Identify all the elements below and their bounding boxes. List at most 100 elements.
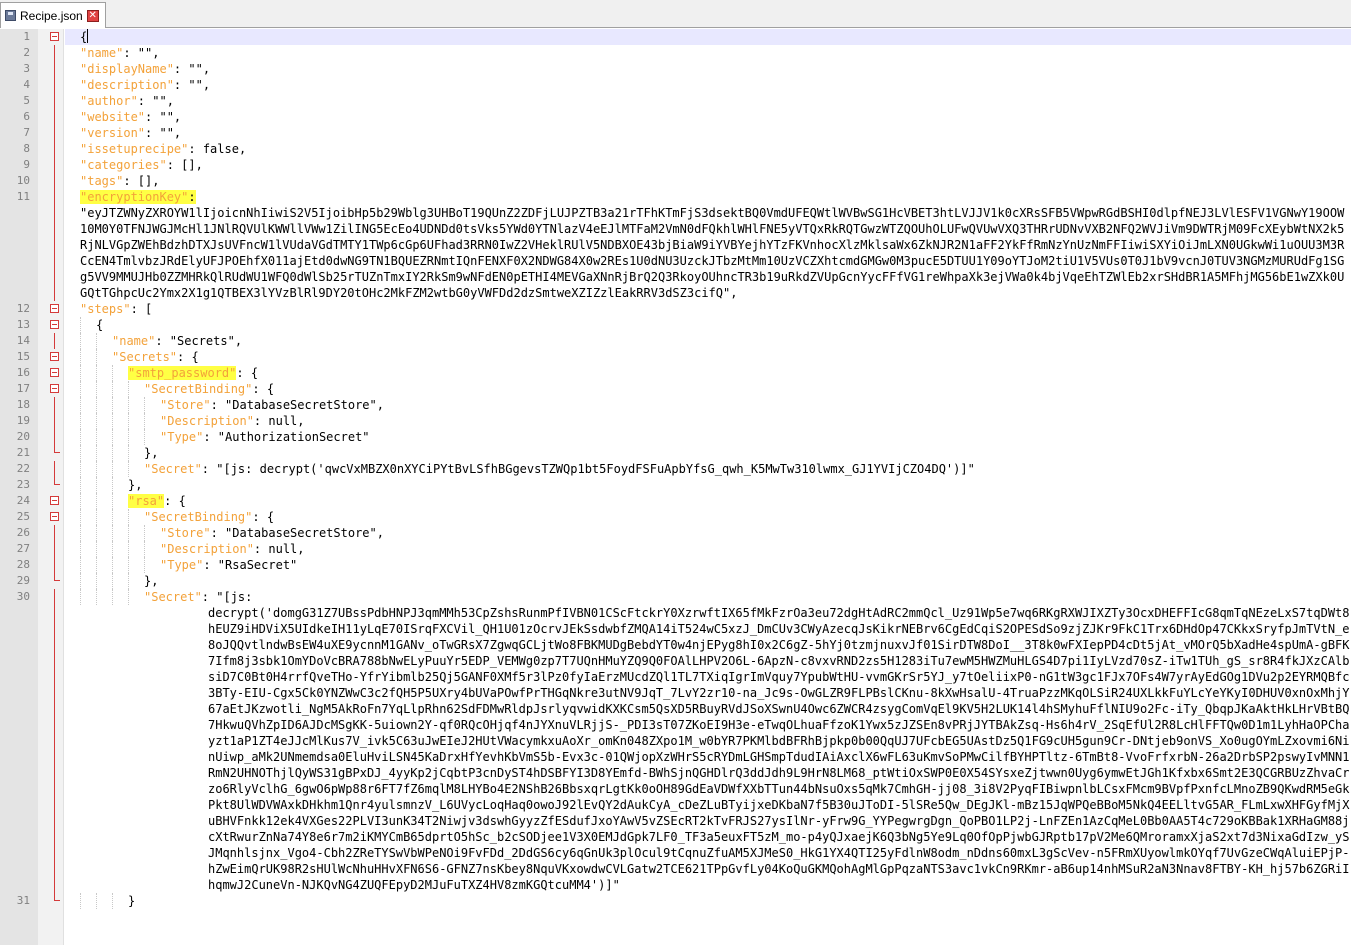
json-key: "Store"	[160, 526, 211, 540]
fold-guide	[54, 189, 55, 301]
code-line: 11 "encryptionKey": "eyJTZWNyZXROYW1lIjo…	[0, 189, 1351, 301]
indent-guide	[80, 493, 96, 509]
line-number: 2	[23, 46, 30, 59]
code-editor[interactable]: 1 { 2 "name": "", 3 "displayName": "", 4…	[0, 29, 1351, 945]
line-number: 22	[16, 462, 30, 475]
line-number: 30	[16, 590, 30, 603]
json-value: : [],	[123, 174, 160, 188]
fold-guide	[54, 461, 55, 477]
fold-toggle-icon[interactable]	[50, 304, 59, 313]
line-number: 26	[16, 526, 30, 539]
line-number: 28	[16, 558, 30, 571]
code-line: 12 "steps": [	[0, 301, 1351, 317]
indent-guide	[144, 397, 160, 413]
indent-guide	[96, 381, 112, 397]
line-number: 9	[23, 158, 30, 171]
indent-guide	[128, 381, 144, 397]
code-line: 7 "version": "",	[0, 125, 1351, 141]
indent-guide	[80, 893, 96, 909]
indent-guide	[112, 557, 128, 573]
indent-guide	[112, 893, 128, 909]
json-value: : "DatabaseSecretStore",	[210, 398, 384, 412]
brace: },	[144, 574, 159, 588]
line-number: 19	[16, 414, 30, 427]
indent-guide	[112, 413, 128, 429]
line-number: 4	[23, 78, 30, 91]
code-line: 5 "author": "",	[0, 93, 1351, 109]
line-number: 3	[23, 62, 30, 75]
json-value: : "[js:	[201, 590, 253, 604]
code-line: 13 {	[0, 317, 1351, 333]
fold-guide	[54, 541, 55, 557]
code-lines: 1 { 2 "name": "", 3 "displayName": "", 4…	[0, 29, 1351, 909]
indent-guide	[112, 541, 128, 557]
line-number: 31	[16, 894, 30, 907]
line-number: 20	[16, 430, 30, 443]
fold-toggle-icon[interactable]	[50, 384, 59, 393]
code-line: 22 "Secret": "[js: decrypt('qwcVxMBZX0nX…	[0, 461, 1351, 477]
indent-guide	[96, 893, 112, 909]
indent-guide	[144, 557, 160, 573]
indent-guide	[96, 493, 112, 509]
indent-guide	[144, 413, 160, 429]
fold-guide	[54, 397, 55, 413]
code-line: 8 "issetuprecipe": false,	[0, 141, 1351, 157]
fold-guide	[54, 173, 55, 189]
json-value: : {	[252, 510, 275, 524]
saved-file-icon	[5, 10, 16, 21]
fold-toggle-icon[interactable]	[50, 368, 59, 377]
indent-guide	[96, 589, 112, 605]
json-key: "Type"	[160, 430, 204, 444]
code-line: 14 "name": "Secrets",	[0, 333, 1351, 349]
fold-toggle-icon[interactable]	[50, 320, 59, 329]
indent-guide	[112, 365, 128, 381]
indent-guide	[80, 445, 96, 461]
json-key: "SecretBinding"	[144, 510, 253, 524]
json-key: "Secrets"	[112, 350, 178, 364]
wrapped-value: decrypt('domgG31Z7UBssPdbHNPJ3qmMMh53CpZ…	[208, 606, 1350, 892]
line-number: 27	[16, 542, 30, 555]
indent-guide	[128, 429, 144, 445]
code-line: 3 "displayName": "",	[0, 61, 1351, 77]
fold-toggle-icon[interactable]	[50, 32, 59, 41]
fold-toggle-icon[interactable]	[50, 352, 59, 361]
indent-guide	[112, 477, 128, 493]
indent-guide	[144, 429, 160, 445]
fold-guide	[54, 429, 55, 445]
code-line: 6 "website": "",	[0, 109, 1351, 125]
indent-guide	[96, 445, 112, 461]
json-key: "name"	[112, 334, 156, 348]
fold-guide	[54, 589, 55, 893]
indent-guide	[128, 541, 144, 557]
indent-guide	[96, 557, 112, 573]
code-line: 10 "tags": [],	[0, 173, 1351, 189]
json-key: "Secret"	[144, 462, 202, 476]
indent-guide	[80, 557, 96, 573]
json-value: : {	[236, 366, 259, 380]
code-line: 16 "smtp_password": {	[0, 365, 1351, 381]
json-value: : "DatabaseSecretStore",	[210, 526, 384, 540]
json-key: "Description"	[160, 414, 254, 428]
close-icon[interactable]: ✕	[86, 9, 99, 22]
indent-guide	[144, 541, 160, 557]
text-cursor	[87, 29, 89, 43]
json-value: : "",	[145, 126, 182, 140]
wrapped-value: "eyJTZWNyZXROYW1lIjoicnNhIiwiS2V5IjoibHp…	[80, 206, 1345, 300]
json-key: "version"	[80, 126, 146, 140]
indent-guide	[112, 525, 128, 541]
indent-guide	[80, 413, 96, 429]
indent-guide	[112, 509, 128, 525]
code-line: 29 },	[0, 573, 1351, 589]
json-value: : [],	[166, 158, 203, 172]
fold-toggle-icon[interactable]	[50, 512, 59, 521]
tab-recipe-json[interactable]: Recipe.json ✕	[0, 2, 106, 28]
indent-guide	[80, 317, 96, 333]
json-key: "Store"	[160, 398, 211, 412]
tab-title: Recipe.json	[20, 8, 83, 23]
line-number: 14	[16, 334, 30, 347]
fold-toggle-icon[interactable]	[50, 496, 59, 505]
indent-guide	[80, 333, 96, 349]
json-value: : false,	[188, 142, 247, 156]
fold-guide	[54, 413, 55, 429]
json-key: "steps"	[80, 302, 131, 316]
